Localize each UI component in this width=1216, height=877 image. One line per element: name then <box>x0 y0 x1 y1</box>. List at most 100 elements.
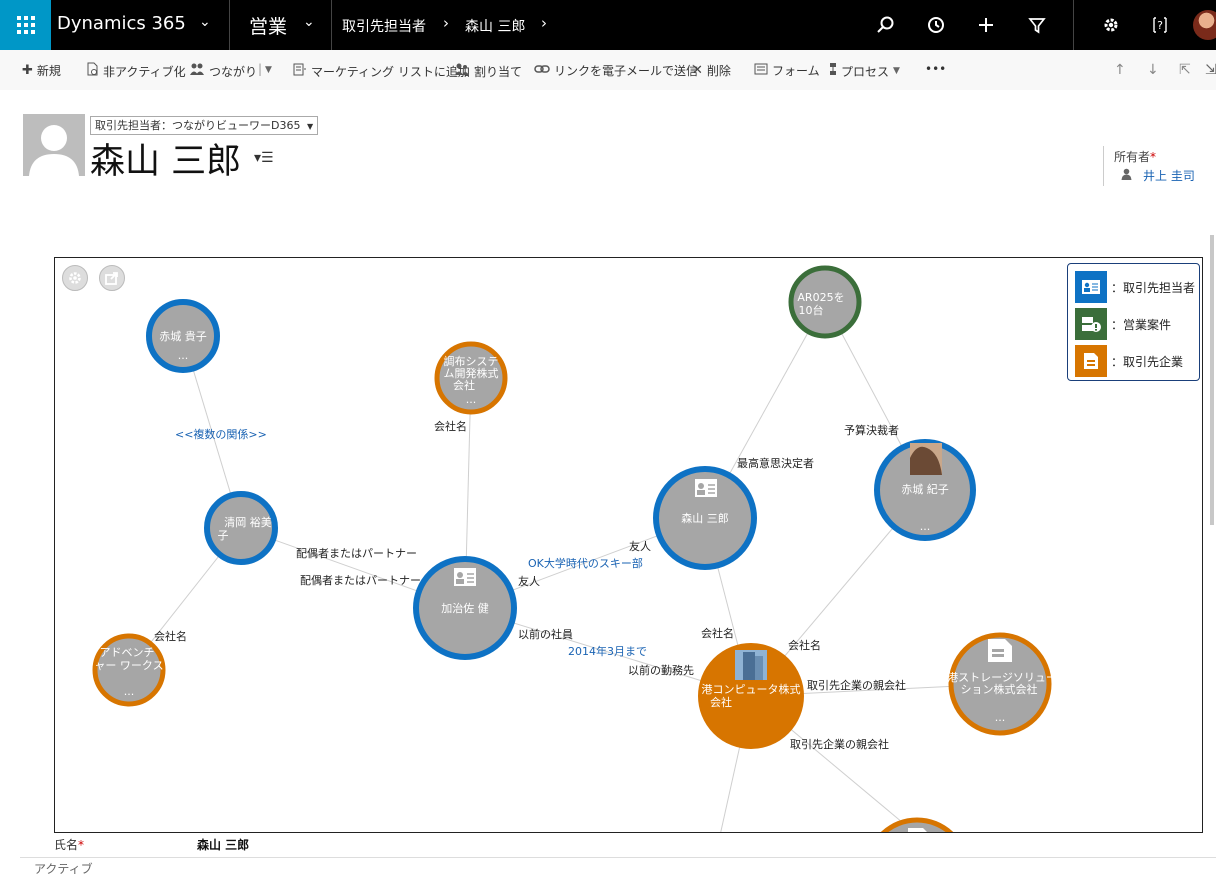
node-label: 赤城 貴子 <box>159 329 207 343</box>
account-icon <box>1075 345 1107 377</box>
node-label: 子 <box>218 529 229 542</box>
contact-card-icon <box>695 479 717 497</box>
help-icon[interactable]: ? <box>1148 13 1172 37</box>
node-label: ャー ワークス <box>94 659 163 672</box>
person-silhouette-icon <box>29 125 79 176</box>
node-account-partial[interactable] <box>867 817 967 833</box>
account-icon <box>988 639 1012 662</box>
form-selector-label: 取引先担当者：つながりビューワーD365 <box>95 119 301 132</box>
gear-icon[interactable] <box>1099 13 1123 37</box>
legend-label: ：取引先企業 <box>1111 354 1184 369</box>
relationship-graph[interactable]: 赤城 貴子 ... 調布システ ム開発株式 会社 ... AR025を 10台 … <box>55 258 1203 833</box>
node-contact-kaji[interactable]: 加治佐 健 <box>413 556 517 660</box>
filter-icon[interactable] <box>1025 13 1049 37</box>
node-contact-kiyooka[interactable]: 清岡 裕美 子 <box>204 491 278 565</box>
node-opportunity-ar025[interactable]: AR025を 10台 <box>788 265 862 339</box>
email-link-label: リンクを電子メールで送信 <box>554 64 699 78</box>
node-label: 会社 <box>453 378 475 392</box>
settings-button[interactable] <box>62 265 88 291</box>
assign-label: 割り当て <box>474 64 523 79</box>
required-marker: * <box>78 838 85 852</box>
edge-label-until-2014[interactable]: 2014年3月まで <box>568 644 647 658</box>
arrow-down-icon[interactable]: ↓ <box>1147 62 1159 78</box>
edge-label: 最高意思決定者 <box>737 456 814 470</box>
contact-card-icon <box>1075 271 1107 303</box>
connection-viewer[interactable]: 赤城 貴子 ... 調布システ ム開発株式 会社 ... AR025を 10台 … <box>54 257 1203 833</box>
divider <box>1073 0 1074 50</box>
node-account-adventure-works[interactable]: アドベンチ ャー ワークス ... <box>92 633 166 707</box>
breadcrumb-entity[interactable]: 取引先担当者 <box>342 16 426 36</box>
chevron-down-icon[interactable]: ⌄ <box>303 14 315 30</box>
process-icon <box>829 62 837 80</box>
record-title: 森山 三郎 <box>90 142 242 182</box>
new-label: 新規 <box>36 64 61 78</box>
deactivate-button[interactable]: 非アクティブ化 <box>86 62 186 80</box>
divider: | <box>258 62 263 76</box>
required-marker: * <box>1150 150 1157 164</box>
area-selector[interactable]: 営業 <box>249 12 287 39</box>
deactivate-icon <box>86 62 99 80</box>
email-link-button[interactable]: リンクを電子メールで送信 <box>534 62 698 79</box>
node-contact-akagi-takako[interactable]: 赤城 貴子 ... <box>146 299 220 373</box>
delete-button[interactable]: ✕ 削除 <box>692 62 731 79</box>
add-to-marketing-list-button[interactable]: マーケティング リストに追加 <box>293 62 470 80</box>
contact-photo-placeholder[interactable] <box>23 114 85 176</box>
edge-label: 会社名 <box>788 638 821 652</box>
expand-icon[interactable]: ⇲ <box>1205 62 1216 78</box>
edge-label: 会社名 <box>154 629 187 643</box>
name-field-value[interactable]: 森山 三郎 <box>197 836 249 853</box>
assign-icon <box>454 62 470 80</box>
node-label: 調布システ <box>444 354 499 368</box>
more-commands-button[interactable]: ••• <box>925 62 946 76</box>
node-account-chofu[interactable]: 調布システ ム開発株式 会社 ... <box>434 341 508 415</box>
node-contact-akagi-noriko[interactable]: 赤城 紀子 ... <box>874 439 976 541</box>
graph-legend: ：取引先担当者 ：営業案件 ：取引先企業 <box>1067 263 1200 381</box>
legend-item-account: ：取引先企業 <box>1075 345 1183 377</box>
node-account-minato-storage[interactable]: 港ストレージソリュー ション株式会社 ... <box>947 632 1057 736</box>
node-account-minato-computer[interactable]: 港コンピュータ株式 会社 <box>698 643 804 749</box>
user-avatar[interactable] <box>1193 10 1216 40</box>
edge-label: 以前の勤務先 <box>628 663 694 677</box>
assign-button[interactable]: 割り当て <box>454 62 522 80</box>
close-icon: ✕ <box>692 63 703 78</box>
add-icon[interactable] <box>974 13 998 37</box>
share-icon <box>105 272 118 285</box>
popout-icon[interactable]: ⇱ <box>1179 62 1191 78</box>
search-icon[interactable] <box>874 13 898 37</box>
new-button[interactable]: ✚ 新規 <box>22 62 61 79</box>
edge-label-ski-club[interactable]: OK大学時代のスキー部 <box>528 556 643 570</box>
chevron-right-icon: › <box>443 14 449 32</box>
building-photo-thumbnail <box>735 650 767 680</box>
process-button[interactable]: プロセス ▼ <box>829 62 900 80</box>
node-label: 清岡 裕美 <box>224 516 272 529</box>
record-menu-icon[interactable]: ▾☰ <box>254 150 274 166</box>
chevron-down-icon[interactable]: ⌄ <box>199 14 211 30</box>
node-more: ... <box>466 393 477 406</box>
form-button[interactable]: フォーム <box>754 62 820 79</box>
brand-title[interactable]: Dynamics 365 <box>57 13 186 34</box>
arrow-up-icon[interactable]: ↑ <box>1114 62 1126 78</box>
node-more: ... <box>124 685 135 698</box>
app-launcher-button[interactable] <box>0 0 51 50</box>
divider <box>20 857 1216 858</box>
top-navigation-bar: Dynamics 365 ⌄ 営業 ⌄ 取引先担当者 › 森山 三郎 › ? <box>0 0 1216 50</box>
node-label: ション株式会社 <box>961 682 1038 696</box>
node-contact-moriyama[interactable]: 森山 三郎 <box>653 466 757 570</box>
node-label: AR025を <box>797 291 844 304</box>
node-label: 加治佐 健 <box>441 601 489 615</box>
connect-label: つながり <box>209 64 258 79</box>
recent-history-icon[interactable] <box>924 13 948 37</box>
node-more: ... <box>920 520 931 533</box>
breadcrumb-record[interactable]: 森山 三郎 <box>465 16 525 36</box>
edge-label: 取引先企業の親会社 <box>790 737 889 751</box>
page-scrollbar[interactable] <box>1210 235 1214 525</box>
edge-label: 会社名 <box>701 626 734 640</box>
caret-down-icon: ▼ <box>893 66 900 76</box>
share-button[interactable] <box>99 265 125 291</box>
edge-label-multiple-relations[interactable]: <<複数の関係>> <box>175 427 267 441</box>
connect-button[interactable]: つながり <box>189 62 257 80</box>
connect-dropdown-caret-icon[interactable]: ▼ <box>265 65 272 75</box>
owner-link[interactable]: 井上 圭司 <box>1143 167 1195 184</box>
plus-icon: ✚ <box>22 63 33 78</box>
chevron-right-icon[interactable]: › <box>541 14 547 32</box>
